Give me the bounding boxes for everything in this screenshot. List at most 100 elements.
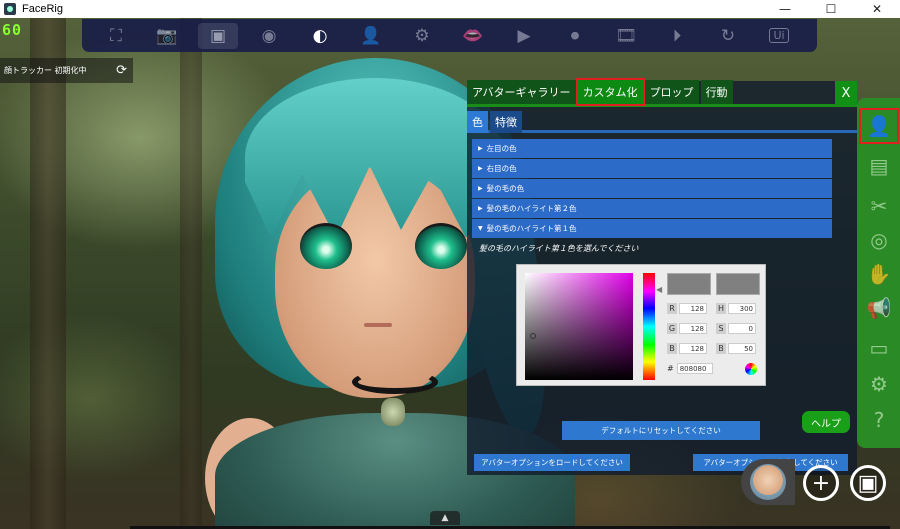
sv-cursor[interactable]	[530, 333, 536, 339]
audio-icon[interactable]: 📢	[861, 292, 897, 324]
broadcast-icon[interactable]: ◉	[249, 23, 289, 49]
hex-value[interactable]: 808080	[676, 363, 713, 374]
hue-slider[interactable]	[643, 273, 655, 380]
video-play-icon[interactable]: ⏵	[657, 23, 697, 49]
user-settings-icon[interactable]: ⚙	[402, 23, 442, 49]
webcam-view-icon[interactable]: ▣	[198, 22, 238, 49]
current-color-swatch	[716, 273, 760, 295]
user-icon[interactable]: 👤	[351, 23, 391, 49]
lips-icon[interactable]: 👄	[453, 23, 493, 49]
brightness-field[interactable]: B 50	[716, 343, 756, 354]
fullscreen-icon[interactable]: ⛶	[96, 23, 136, 49]
saturation-value[interactable]: 0	[728, 323, 756, 334]
color-wheel-icon[interactable]	[745, 363, 757, 375]
tab-actions[interactable]: 行動	[700, 80, 733, 104]
avatar-thumbnail[interactable]	[741, 459, 795, 505]
eye-icon[interactable]: ◎	[861, 224, 897, 256]
option-label: 左目の色	[486, 144, 517, 153]
hue-label: H	[716, 303, 726, 314]
refresh-icon[interactable]: ↻	[708, 23, 748, 49]
display-icon[interactable]: ▭	[861, 332, 897, 364]
panel-close-button[interactable]: X	[835, 81, 857, 105]
hue-value[interactable]: 300	[728, 303, 756, 314]
avatar-right-eye	[415, 223, 467, 269]
option-left-eye-color[interactable]: ▶ 左目の色	[472, 139, 832, 158]
ui-toggle-icon[interactable]: Ui	[759, 23, 799, 49]
facerig-app-icon	[4, 3, 16, 15]
blue-value[interactable]: 128	[679, 343, 707, 354]
tracker-status-bar: 顔トラッカー 初期化中 ⟳	[0, 58, 133, 83]
minimize-button[interactable]: —	[762, 0, 808, 18]
saturation-field[interactable]: S0	[716, 323, 756, 334]
tab-customize[interactable]: カスタム化	[575, 78, 645, 106]
expand-arrow-icon: ▶	[478, 145, 483, 152]
avatar-thumbnail-image	[750, 464, 786, 500]
recalibrate-icon[interactable]: ⟳	[116, 63, 127, 78]
color-picker: ◀ R 128 G 128 B 128 H 300 S0 B 50 #808080	[516, 264, 766, 386]
color-prompt: 髪の毛のハイライト第１色を選んでください	[479, 244, 639, 253]
snapshot-icon[interactable]: ▣	[850, 465, 886, 501]
fps-counter: 60	[2, 21, 23, 39]
option-hair-highlight-2[interactable]: ▶ 髪の毛のハイライト第２色	[472, 199, 832, 218]
help-button[interactable]: ヘルプ	[802, 411, 850, 433]
background-icon[interactable]: ▤	[861, 150, 897, 182]
color-option-list: ▶ 左目の色 ▶ 右目の色 ▶ 髪の毛の色 ▶ 髪の毛のハイライト第２色 ▼ 髪の毛のハイ…	[472, 139, 832, 239]
expand-arrow-icon: ▶	[478, 165, 483, 172]
avatar-head-icon[interactable]: ◐	[300, 23, 340, 49]
option-label: 髪の毛のハイライト第１色	[486, 224, 577, 233]
background-tree	[30, 18, 66, 529]
add-button[interactable]: +	[803, 465, 839, 501]
option-right-eye-color[interactable]: ▶ 右目の色	[472, 159, 832, 178]
hex-field[interactable]: #808080	[667, 363, 713, 374]
red-field[interactable]: R 128	[667, 303, 707, 314]
customization-panel: アバターギャラリー カスタム化 プロップ 行動 X 色 特徴 ▶ 左目の色 ▶ 右目…	[467, 78, 857, 475]
avatar-face	[275, 168, 475, 398]
blue-field[interactable]: B 128	[667, 343, 707, 354]
green-field[interactable]: G 128	[667, 323, 707, 334]
tab-props[interactable]: プロップ	[644, 80, 699, 104]
play-icon[interactable]: ▶	[504, 23, 544, 49]
maximize-button[interactable]: ☐	[808, 0, 854, 18]
saturation-label: S	[716, 323, 726, 334]
camera-icon[interactable]: 📷	[147, 23, 187, 49]
close-window-button[interactable]: ✕	[854, 0, 900, 18]
window-title: FaceRig	[22, 3, 63, 15]
saturation-value-area[interactable]	[525, 273, 633, 380]
collapse-arrow-icon: ▼	[478, 225, 483, 232]
hex-label: #	[667, 364, 674, 373]
avatar-pendant	[381, 398, 405, 426]
option-hair-color[interactable]: ▶ 髪の毛の色	[472, 179, 832, 198]
option-label: 髪の毛のハイライト第２色	[486, 204, 577, 213]
settings-gear-icon[interactable]: ⚙	[861, 368, 897, 400]
load-avatar-options-button[interactable]: アバターオプションをロードしてください	[474, 454, 630, 471]
expand-arrow-icon: ▶	[478, 205, 483, 212]
panel-subtabs: 色 特徴	[467, 111, 857, 133]
green-label: G	[667, 323, 677, 334]
new-color-swatch	[667, 273, 711, 295]
reset-default-button[interactable]: デフォルトにリセットしてください	[562, 421, 760, 440]
avatar-customize-icon[interactable]: 👤	[859, 108, 899, 144]
option-hair-highlight-1[interactable]: ▼ 髪の毛のハイライト第１色	[472, 219, 832, 238]
help-question-icon[interactable]: ?	[861, 404, 897, 436]
film-icon[interactable]: 🎞	[606, 23, 646, 49]
red-value[interactable]: 128	[679, 303, 707, 314]
brightness-value[interactable]: 50	[728, 343, 756, 354]
expand-up-icon[interactable]: ▲	[430, 511, 460, 525]
option-label: 髪の毛の色	[486, 184, 525, 193]
hue-marker-icon[interactable]: ◀	[656, 285, 662, 294]
avatar-left-eye	[300, 223, 352, 269]
right-sidebar: 👤 ▤ ✂ ◎ ✋ 📢 ▭ ⚙ ?	[857, 98, 900, 448]
red-label: R	[667, 303, 677, 314]
subtab-color[interactable]: 色	[467, 111, 488, 133]
gesture-icon[interactable]: ✋	[861, 258, 897, 290]
hue-field[interactable]: H 300	[716, 303, 756, 314]
top-toolbar: ⛶ 📷 ▣ ◉ ◐ 👤 ⚙ 👄 ▶ ⏺ 🎞 ⏵ ↻ Ui	[82, 19, 817, 52]
blue-label: B	[667, 343, 677, 354]
tab-avatar-gallery[interactable]: アバターギャラリー	[467, 80, 576, 104]
subtab-features[interactable]: 特徴	[490, 111, 522, 133]
record-icon[interactable]: ⏺	[555, 23, 595, 49]
green-value[interactable]: 128	[679, 323, 707, 334]
brightness-label: B	[716, 343, 726, 354]
expand-arrow-icon: ▶	[478, 185, 483, 192]
tracking-icon[interactable]: ✂	[861, 190, 897, 222]
